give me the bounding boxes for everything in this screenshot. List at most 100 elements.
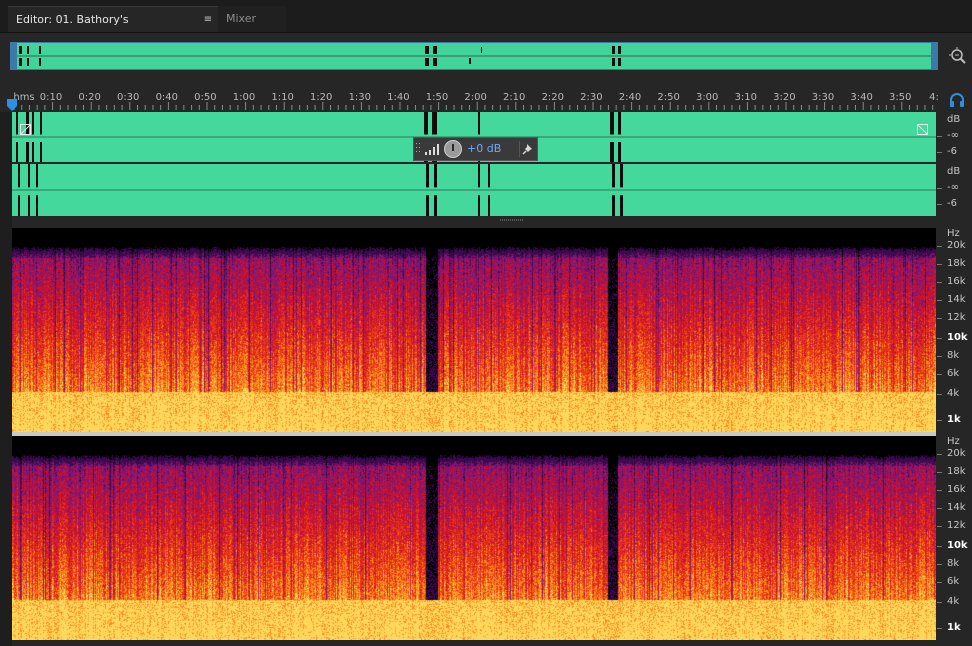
hz-label: 20k: [947, 448, 966, 459]
spectrogram-channel-2[interactable]: [12, 436, 936, 640]
waveform-dropout: [478, 195, 480, 216]
waveform-dropout: [432, 112, 437, 135]
panel-divider-handle[interactable]: [500, 219, 524, 222]
hz-label: 10k: [947, 332, 968, 343]
zoom-magnifier-icon[interactable]: [948, 46, 968, 66]
waveform-dropout: [618, 112, 621, 135]
hz-label: 20k: [947, 240, 966, 251]
hz-tick: [937, 546, 942, 547]
ruler-label: 3:40: [850, 92, 873, 103]
waveform-dropout: [426, 195, 429, 216]
fade-out-handle-icon[interactable]: [917, 124, 928, 135]
waveform-channel-2[interactable]: [12, 164, 936, 216]
db-label-minus-6: -6: [947, 198, 957, 209]
grip-icon[interactable]: [416, 142, 421, 156]
waveform-dropout: [40, 112, 42, 135]
hz-tick: [937, 454, 942, 455]
waveform-dropout: [478, 112, 480, 135]
waveform-dropout: [28, 195, 30, 216]
waveform-dropout: [424, 112, 428, 135]
hz-scale-channel-2: Hz 20k 18k 16k 14k 12k 10k 8k 6k 4k 1k: [937, 436, 972, 640]
db-unit-label: dB: [947, 114, 961, 125]
db-tick: [937, 136, 942, 137]
db-tick: [937, 188, 942, 189]
waveform-dropout: [26, 142, 29, 162]
waveform-dropout: [610, 142, 614, 162]
hz-label: 14k: [947, 294, 966, 305]
hz-unit-label: Hz: [947, 436, 960, 447]
overview-wave-svg: [11, 43, 937, 69]
ruler-label: 3:00: [695, 92, 719, 103]
ruler-label: 1:00: [232, 92, 256, 103]
hz-label: 8k: [947, 350, 960, 361]
hz-label: 12k: [947, 312, 966, 323]
hz-label: 10k: [947, 540, 968, 551]
hz-tick: [937, 374, 942, 375]
ruler-label: 1:50: [425, 92, 449, 103]
hz-label: 6k: [947, 576, 960, 587]
spectrogram-channel-1[interactable]: [12, 228, 936, 432]
ruler-label: 1:30: [348, 92, 372, 103]
ruler-label: 3:10: [734, 92, 758, 103]
waveform-dropout: [620, 195, 623, 216]
hz-tick: [937, 394, 942, 395]
hz-tick: [937, 508, 942, 509]
ruler-label: 1:10: [271, 92, 294, 103]
waveform-dropout: [32, 142, 34, 162]
ruler-label: 2:20: [541, 92, 565, 103]
tab-editor[interactable]: Editor: 01. Bathory's Basement.mp3 ≡: [8, 6, 218, 52]
time-ruler[interactable]: hms 0:10 0:20 0:30 0:40 0:50 1:00 1:10 1:20 1:30…: [12, 88, 939, 110]
hz-tick: [937, 472, 942, 473]
volume-knob[interactable]: [444, 140, 462, 158]
volume-hud[interactable]: +0 dB: [413, 137, 538, 161]
hz-tick: [937, 356, 942, 357]
hz-tick: [937, 420, 942, 421]
pin-icon[interactable]: [519, 141, 536, 157]
db-label-neg-inf: -∞: [947, 130, 959, 141]
db-tick: [937, 204, 942, 205]
volume-value[interactable]: +0 dB: [467, 142, 501, 155]
ruler-label: 3:30: [811, 92, 835, 103]
hz-label: 4k: [947, 596, 960, 607]
hz-label: 4k: [947, 388, 960, 399]
hz-tick: [937, 582, 942, 583]
ruler-label: 0:10: [39, 92, 63, 103]
hz-tick: [937, 564, 942, 565]
waveform-dropout: [18, 195, 20, 216]
fade-in-handle-icon[interactable]: [20, 124, 31, 135]
overview-waveform[interactable]: [10, 42, 938, 70]
hz-tick: [937, 282, 942, 283]
ruler-label: 1:20: [309, 92, 333, 103]
waveform-dropout: [16, 142, 18, 162]
ruler-label: 0:50: [194, 92, 217, 103]
waveform-dropout: [16, 112, 18, 135]
waveform-dropout: [488, 195, 490, 216]
hz-label: 1k: [947, 622, 961, 633]
hz-scale-channel-1: Hz 20k 18k 16k 14k 12k 10k 8k 6k 4k 1k: [937, 228, 972, 432]
hz-tick: [937, 602, 942, 603]
waveform-dropout: [426, 164, 429, 188]
tab-mixer[interactable]: Mixer: [218, 6, 286, 32]
ruler-label: 4:: [929, 92, 939, 103]
ruler-label: 2:10: [502, 92, 526, 103]
headphones-icon[interactable]: [948, 92, 966, 108]
ruler-label: 0:30: [116, 92, 140, 103]
hz-label: 18k: [947, 466, 966, 477]
waveform-dropout: [18, 164, 20, 188]
waveform-dropout: [612, 195, 615, 216]
playhead-marker-icon[interactable]: [6, 98, 18, 112]
waveform-dropout: [40, 142, 42, 162]
tab-menu-icon[interactable]: ≡: [198, 7, 218, 33]
waveform-dropout: [618, 142, 621, 162]
hz-label: 8k: [947, 558, 960, 569]
level-meter-icon: [425, 144, 439, 155]
hz-tick: [937, 628, 942, 629]
tab-mixer-label: Mixer: [226, 12, 257, 25]
waveform-dropout: [478, 164, 480, 188]
ruler-label: 2:00: [464, 92, 487, 103]
ruler-label: 3:20: [773, 92, 796, 103]
waveform-dropout: [28, 164, 30, 188]
db-scale-channel-1: dB -∞ -6: [937, 112, 972, 162]
db-label-minus-6: -6: [947, 146, 957, 157]
waveform-dropout: [32, 112, 34, 135]
